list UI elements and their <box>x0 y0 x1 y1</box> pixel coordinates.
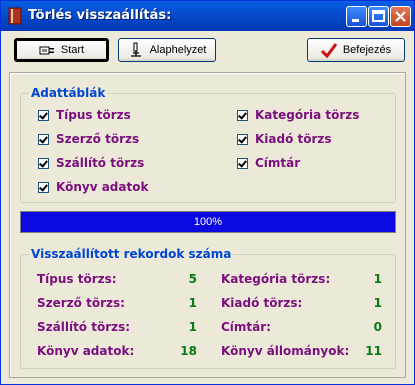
progress-label: 100% <box>193 216 223 228</box>
stat-value-kategoria: 1 <box>373 272 382 286</box>
stat-value-cimtar: 0 <box>373 320 382 334</box>
stat-label-kategoria: Kategória törzs: <box>221 272 331 286</box>
start-label: Start <box>60 44 85 56</box>
stat-label-tipus: Típus törzs: <box>37 272 117 286</box>
progress-bar: 100% <box>20 211 396 233</box>
checkbox-label: Szállító törzs <box>56 156 145 170</box>
book-icon <box>8 7 22 25</box>
content-panel: Adattáblák Típus törzs Szerző törzs Szál… <box>9 72 406 378</box>
checkbox-szerzo-torzs[interactable]: Szerző törzs <box>38 132 139 146</box>
checkbox-box[interactable] <box>237 157 248 169</box>
title-bar[interactable]: Törlés visszaállítás: <box>1 1 414 31</box>
microscope-icon <box>130 42 141 57</box>
stat-value-allomanyok: 11 <box>365 344 382 358</box>
stat-value-tipus: 5 <box>188 272 197 286</box>
close-button[interactable] <box>390 6 411 27</box>
stat-value-szerzo: 1 <box>188 296 197 310</box>
dialog-window: Törlés visszaállítás: Start Alaphelyzet <box>0 0 415 385</box>
checkbox-label: Szerző törzs <box>56 132 140 146</box>
finish-button[interactable]: Befejezés <box>307 38 405 62</box>
checkbox-label: Kiadó törzs <box>255 132 332 146</box>
stat-label-allomanyok: Könyv állományok: <box>221 344 350 358</box>
tables-group: Adattáblák Típus törzs Szerző törzs Szál… <box>20 86 396 203</box>
stat-value-szallito: 1 <box>188 320 197 334</box>
stat-label-szerzo: Szerző törzs: <box>37 296 125 310</box>
checkbox-box[interactable] <box>38 109 49 121</box>
checkbox-cimtar[interactable]: Címtár <box>237 156 300 170</box>
checkbox-label: Címtár <box>255 156 301 170</box>
checkbox-box[interactable] <box>38 133 49 145</box>
checkbox-label: Könyv adatok <box>56 180 149 194</box>
reset-label: Alaphelyzet <box>149 44 207 56</box>
maximize-button[interactable] <box>368 6 389 27</box>
close-icon <box>395 11 406 22</box>
minimize-button[interactable] <box>346 6 367 27</box>
maximize-icon <box>372 10 385 22</box>
checkbox-box[interactable] <box>38 181 49 193</box>
checkbox-konyv-adatok[interactable]: Könyv adatok <box>38 180 148 194</box>
plug-icon <box>39 46 54 55</box>
tables-group-title: Adattáblák <box>29 86 108 100</box>
stats-group-title: Visszaállított rekordok száma <box>29 247 234 261</box>
finish-label: Befejezés <box>342 44 392 56</box>
stat-value-kiado: 1 <box>373 296 382 310</box>
checkbox-szallito-torzs[interactable]: Szállító törzs <box>38 156 144 170</box>
minimize-icon <box>352 19 359 22</box>
reset-button[interactable]: Alaphelyzet <box>118 38 216 62</box>
checkbox-box[interactable] <box>38 157 49 169</box>
checkbox-box[interactable] <box>237 109 248 121</box>
checkbox-kiado-torzs[interactable]: Kiadó törzs <box>237 132 332 146</box>
checkbox-label: Típus törzs <box>56 108 131 122</box>
stats-group: Visszaállított rekordok száma Típus törz… <box>20 247 396 369</box>
checkmark-icon <box>320 43 337 58</box>
checkbox-box[interactable] <box>237 133 248 145</box>
stat-label-kiado: Kiadó törzs: <box>221 296 303 310</box>
stat-label-szallito: Szállító törzs: <box>37 320 131 334</box>
checkbox-kategoria-torzs[interactable]: Kategória törzs <box>237 108 359 122</box>
checkbox-label: Kategória törzs <box>255 108 360 122</box>
stat-value-konyv: 18 <box>180 344 197 358</box>
checkbox-tipus-torzs[interactable]: Típus törzs <box>38 108 131 122</box>
stat-label-cimtar: Címtár: <box>221 320 271 334</box>
start-button[interactable]: Start <box>14 38 109 62</box>
window-title: Törlés visszaállítás: <box>28 8 172 23</box>
stat-label-konyv: Könyv adatok: <box>37 344 135 358</box>
